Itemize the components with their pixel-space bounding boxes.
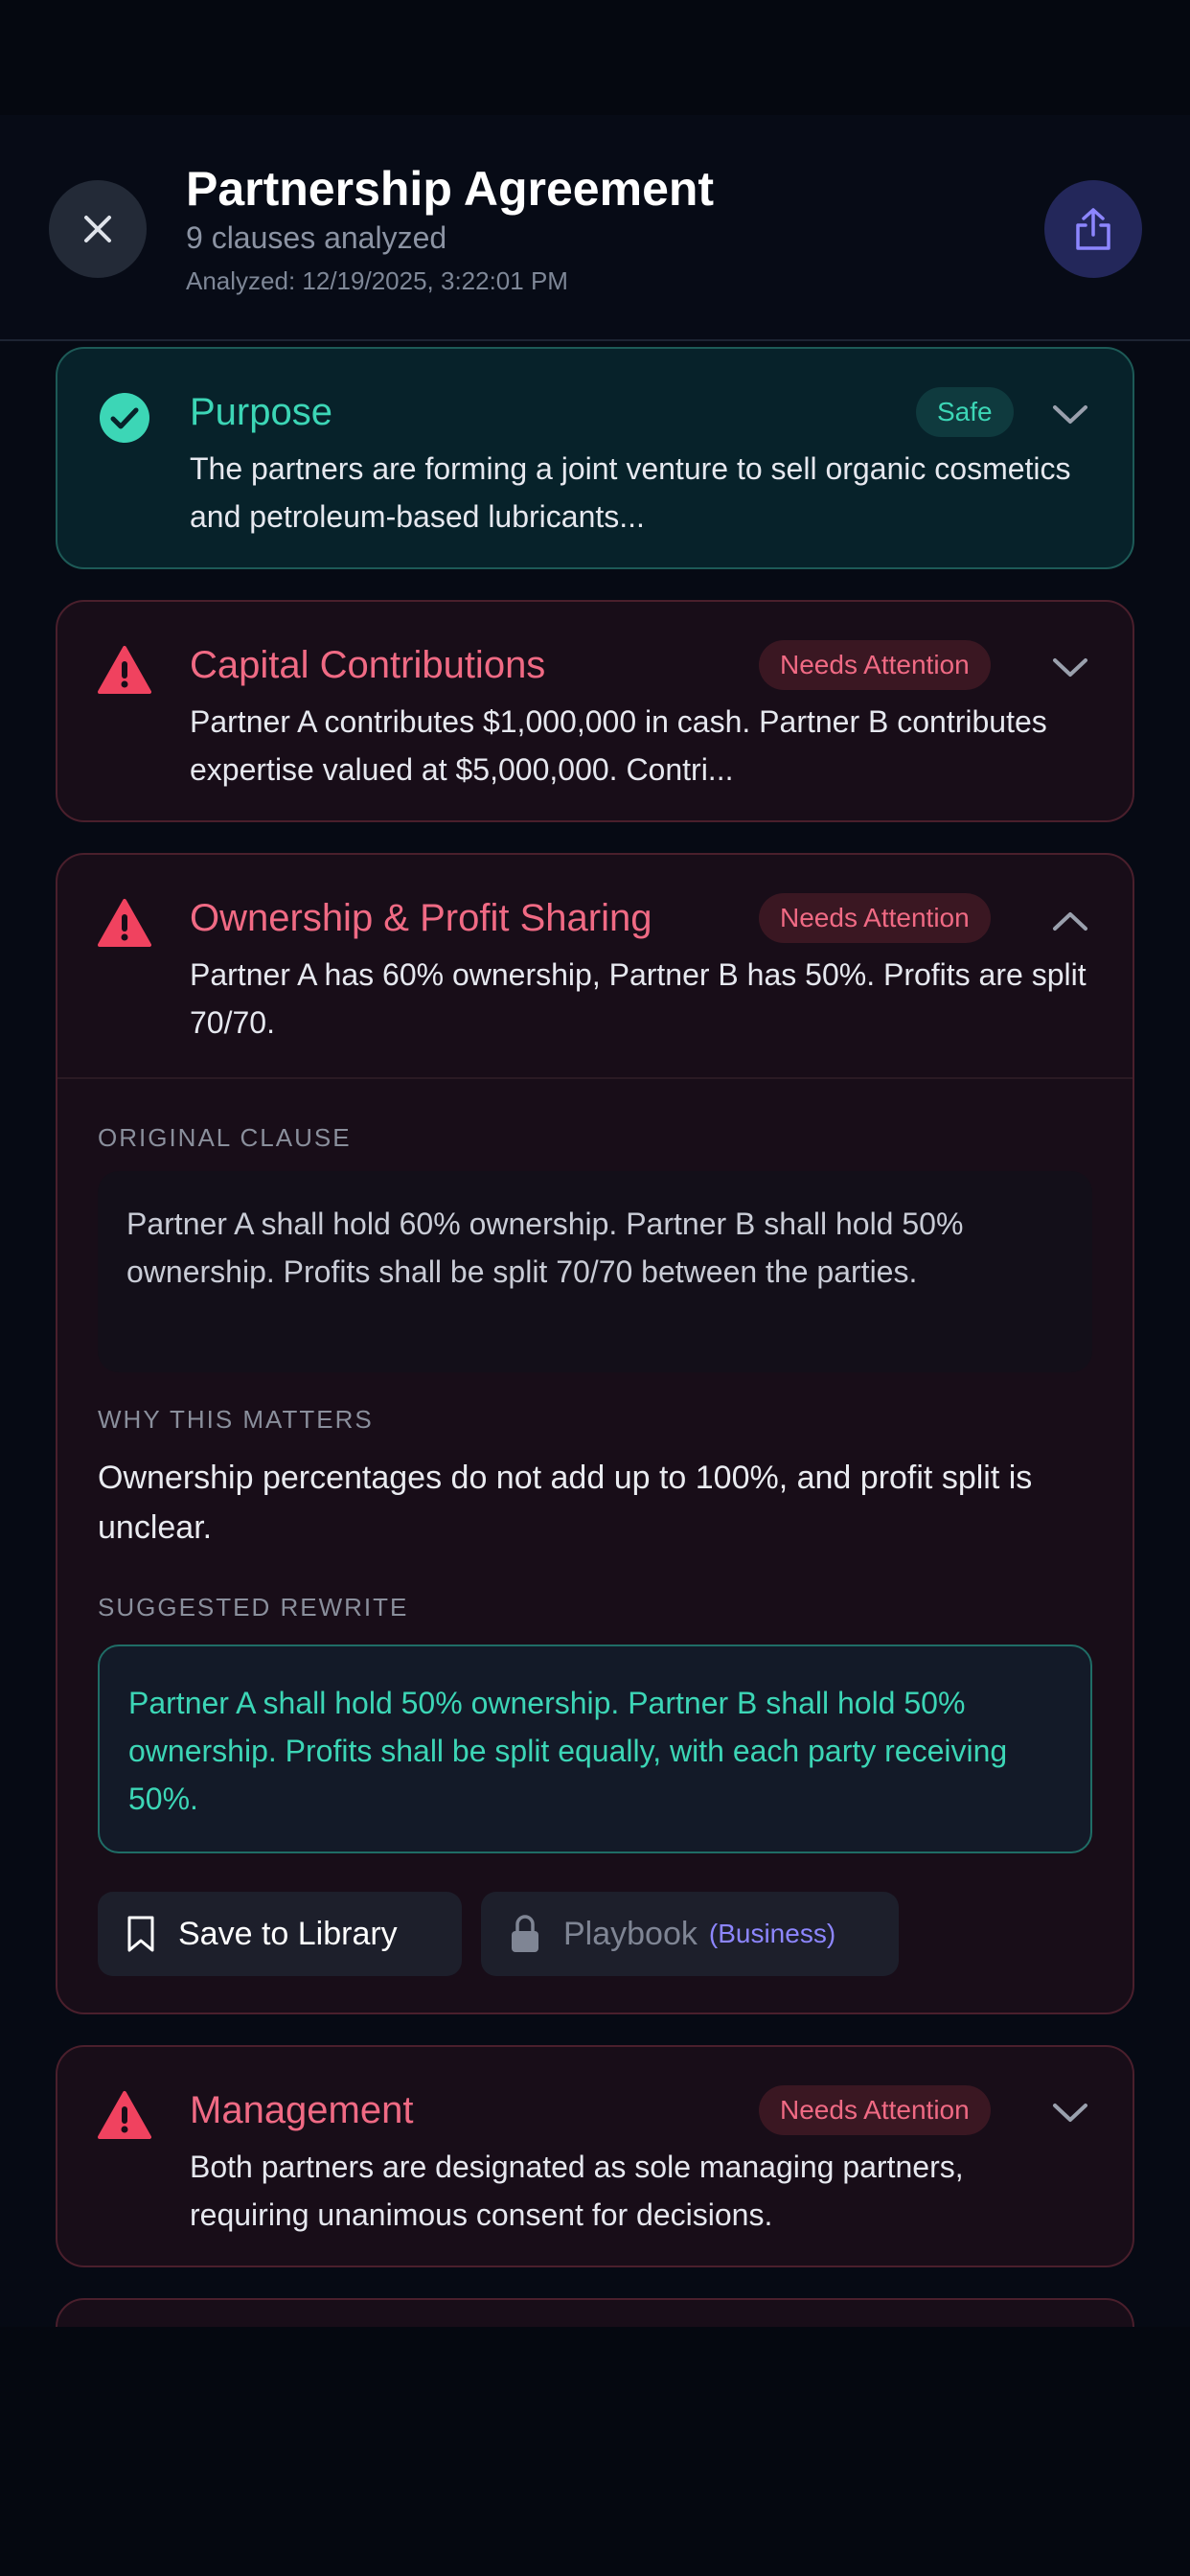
chevron-down-icon[interactable] [1046, 644, 1094, 692]
clause-summary: The partners are forming a joint venture… [190, 451, 1071, 534]
why-this-matters-label: WHY THIS MATTERS [98, 1405, 374, 1434]
status-badge: Needs Attention [759, 2085, 991, 2135]
clause-title: Ownership & Profit Sharing [190, 897, 652, 939]
clause-card-management[interactable]: Management Needs Attention Both partners… [56, 2045, 1134, 2267]
clause-title: Management [190, 2089, 414, 2131]
playbook-button[interactable]: Playbook (Business) [481, 1892, 899, 1976]
business-tier-label: (Business) [708, 1919, 836, 1948]
bookmark-icon [126, 1915, 155, 1953]
why-this-matters-text: Ownership percentages do not add up to 1… [98, 1460, 1033, 1546]
clause-card-capital-contributions[interactable]: Capital Contributions Needs Attention Pa… [56, 600, 1134, 822]
page-title: Partnership Agreement [186, 162, 715, 216]
clause-title: Purpose [190, 391, 332, 433]
chevron-down-icon[interactable] [1046, 2089, 1094, 2137]
original-clause-text: Partner A shall hold 60% ownership. Part… [98, 1171, 1092, 1372]
status-badge: Needs Attention [759, 640, 991, 690]
close-button[interactable] [49, 180, 147, 278]
suggested-rewrite-text: Partner A shall hold 50% ownership. Part… [98, 1644, 1092, 1853]
chevron-up-icon[interactable] [1046, 897, 1094, 945]
bottom-area [0, 2327, 1190, 2576]
clause-count: 9 clauses analyzed [186, 220, 447, 255]
header: Partnership Agreement 9 clauses analyzed… [0, 115, 1190, 341]
divider [57, 1077, 1133, 1079]
save-to-library-label: Save to Library [178, 1915, 398, 1952]
clause-card-ownership-profit-sharing[interactable]: Ownership & Profit Sharing Needs Attenti… [56, 853, 1134, 2014]
clause-summary: Both partners are designated as sole man… [190, 2150, 964, 2232]
original-clause-label: ORIGINAL CLAUSE [98, 1123, 352, 1152]
share-button[interactable] [1044, 180, 1142, 278]
share-icon [1076, 208, 1110, 250]
warning-icon [98, 897, 151, 951]
clause-summary: Partner A contributes $1,000,000 in cash… [190, 704, 1047, 787]
playbook-label: Playbook [563, 1915, 698, 1952]
warning-icon [98, 2089, 151, 2143]
save-to-library-button[interactable]: Save to Library [98, 1892, 462, 1976]
status-badge: Safe [916, 387, 1014, 437]
chevron-down-icon[interactable] [1046, 391, 1094, 439]
clause-list: Purpose Safe The partners are forming a … [0, 343, 1190, 2327]
clause-title: Capital Contributions [190, 644, 546, 686]
check-circle-icon [98, 391, 151, 445]
clause-card-next[interactable] [56, 2298, 1134, 2327]
clause-summary: Partner A has 60% ownership, Partner B h… [190, 957, 1087, 1040]
analyzed-timestamp: Analyzed: 12/19/2025, 3:22:01 PM [186, 266, 568, 295]
status-bar [0, 0, 1190, 115]
clause-card-purpose[interactable]: Purpose Safe The partners are forming a … [56, 347, 1134, 569]
lock-icon [510, 1914, 540, 1954]
suggested-rewrite-label: SUGGESTED REWRITE [98, 1593, 409, 1622]
close-icon [84, 216, 111, 242]
status-badge: Needs Attention [759, 893, 991, 943]
warning-icon [98, 644, 151, 698]
